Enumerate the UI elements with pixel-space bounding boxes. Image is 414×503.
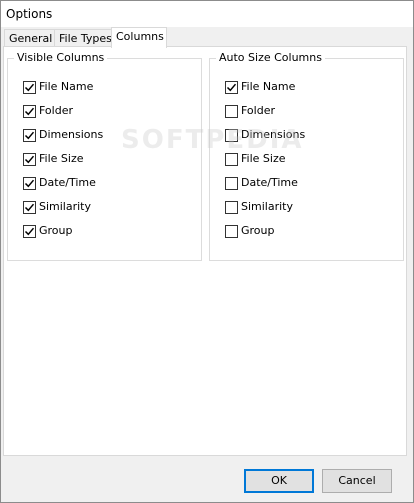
visible-column-checkbox[interactable]: [23, 128, 36, 142]
visible-columns-group: Visible Columns File Name Folder Dimension…: [7, 51, 202, 261]
auto-size-column-checkbox[interactable]: [225, 128, 238, 142]
visible-column-checkbox-row[interactable]: File Name: [23, 79, 93, 95]
cancel-button[interactable]: Cancel: [322, 469, 392, 493]
tab-file-types[interactable]: File Types: [54, 29, 112, 47]
auto-size-column-checkbox-label: File Name: [241, 80, 296, 93]
checkmark-icon: [226, 83, 237, 91]
checkmark-icon: [24, 203, 35, 211]
auto-size-column-checkbox[interactable]: [225, 80, 238, 94]
auto-size-column-checkbox[interactable]: [225, 176, 238, 190]
visible-column-checkbox-label: File Name: [39, 80, 94, 93]
auto-size-column-checkbox-row[interactable]: Group: [225, 223, 275, 239]
auto-size-column-checkbox-row[interactable]: Folder: [225, 103, 275, 119]
options-dialog: Options General File Types Columns Visib…: [0, 0, 414, 503]
auto-size-column-checkbox-row[interactable]: Date/Time: [225, 175, 298, 191]
visible-column-checkbox-label: Folder: [39, 104, 73, 117]
window-title: Options: [6, 7, 53, 21]
checkmark-icon: [24, 227, 35, 235]
visible-column-checkbox-label: Dimensions: [39, 128, 104, 141]
visible-column-checkbox-row[interactable]: Dimensions: [23, 127, 103, 143]
checkmark-icon: [24, 83, 35, 91]
visible-column-checkbox-row[interactable]: Date/Time: [23, 175, 96, 191]
checkmark-icon: [24, 107, 35, 115]
auto-size-column-checkbox-label: Dimensions: [241, 128, 306, 141]
visible-column-checkbox-label: File Size: [39, 152, 84, 165]
auto-size-column-checkbox-row[interactable]: Similarity: [225, 199, 293, 215]
visible-column-checkbox[interactable]: [23, 152, 36, 166]
checkmark-icon: [24, 179, 35, 187]
visible-column-checkbox[interactable]: [23, 80, 36, 94]
visible-column-checkbox[interactable]: [23, 200, 36, 214]
title-bar[interactable]: Options: [1, 1, 413, 27]
checkmark-icon: [24, 155, 35, 163]
columns-tab-panel: Visible Columns File Name Folder Dimension…: [3, 46, 407, 456]
ok-button[interactable]: OK: [244, 469, 314, 493]
auto-size-column-checkbox-row[interactable]: File Name: [225, 79, 295, 95]
tab-general[interactable]: General: [4, 29, 55, 47]
auto-size-column-checkbox-label: Date/Time: [241, 176, 298, 189]
visible-column-checkbox-label: Date/Time: [39, 176, 96, 189]
auto-size-columns-legend: Auto Size Columns: [216, 51, 325, 65]
visible-column-checkbox-label: Similarity: [39, 200, 92, 213]
visible-column-checkbox-row[interactable]: File Size: [23, 151, 83, 167]
visible-column-checkbox[interactable]: [23, 176, 36, 190]
checkmark-icon: [24, 131, 35, 139]
visible-columns-legend: Visible Columns: [14, 51, 108, 65]
visible-column-checkbox[interactable]: [23, 224, 36, 238]
visible-column-checkbox-label: Group: [39, 224, 73, 237]
auto-size-column-checkbox-label: File Size: [241, 152, 286, 165]
auto-size-column-checkbox-label: Folder: [241, 104, 275, 117]
auto-size-column-checkbox[interactable]: [225, 200, 238, 214]
auto-size-column-checkbox[interactable]: [225, 104, 238, 118]
auto-size-column-checkbox-row[interactable]: Dimensions: [225, 127, 305, 143]
auto-size-column-checkbox[interactable]: [225, 152, 238, 166]
visible-column-checkbox-row[interactable]: Folder: [23, 103, 73, 119]
visible-column-checkbox[interactable]: [23, 104, 36, 118]
visible-column-checkbox-row[interactable]: Similarity: [23, 199, 91, 215]
auto-size-column-checkbox[interactable]: [225, 224, 238, 238]
tab-columns[interactable]: Columns: [111, 27, 167, 48]
visible-column-checkbox-row[interactable]: Group: [23, 223, 73, 239]
auto-size-columns-group: Auto Size Columns File Name Folder Dimensi…: [209, 51, 404, 261]
auto-size-column-checkbox-label: Similarity: [241, 200, 294, 213]
auto-size-column-checkbox-row[interactable]: File Size: [225, 151, 285, 167]
dialog-client-area: General File Types Columns Visible Colum…: [1, 27, 413, 502]
auto-size-column-checkbox-label: Group: [241, 224, 275, 237]
